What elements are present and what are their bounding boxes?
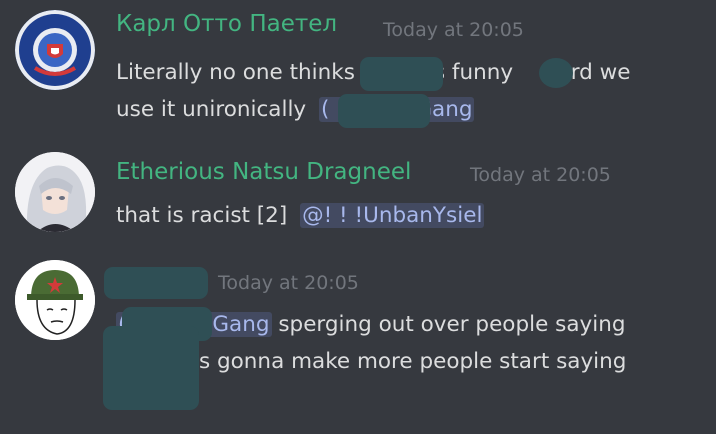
redaction — [103, 326, 199, 410]
timestamp: Today at 20:05 — [470, 164, 611, 186]
message-1: Карл Отто Паетел Today at 20:05 Literall… — [0, 0, 716, 140]
user-mention[interactable]: @! ! !UnbanYsiel — [300, 203, 485, 228]
redaction — [539, 58, 573, 88]
emblem-icon — [15, 10, 95, 90]
author-name[interactable]: Etherious Natsu Dragneel — [116, 159, 411, 185]
author-avatar[interactable] — [15, 10, 95, 90]
redaction — [338, 94, 430, 128]
message-3: Today at 20:05 (Gang sperging out over p… — [0, 250, 716, 434]
redaction — [104, 267, 208, 299]
timestamp: Today at 20:05 — [218, 272, 359, 294]
anime-avatar-icon — [15, 152, 95, 232]
author-name[interactable]: Карл Отто Паетел — [116, 11, 337, 37]
message-2: Etherious Natsu Dragneel Today at 20:05 … — [0, 140, 716, 250]
author-avatar[interactable] — [15, 260, 95, 340]
message-line: is gonna make more people start saying — [193, 349, 627, 374]
redaction — [360, 57, 443, 91]
timestamp: Today at 20:05 — [383, 19, 524, 41]
author-avatar[interactable] — [15, 152, 95, 232]
message-line: that is racist [2] @! ! !UnbanYsiel — [116, 203, 485, 228]
soldier-wojak-icon — [15, 260, 95, 340]
